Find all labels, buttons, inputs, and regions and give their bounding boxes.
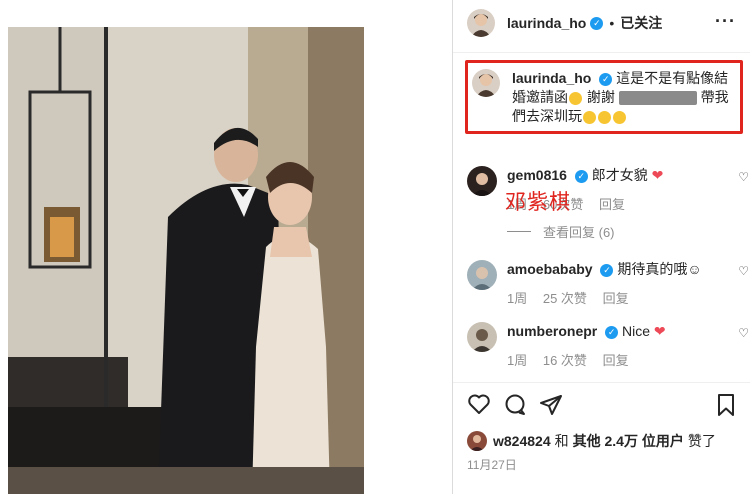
like-comment-heart-icon[interactable]: ♡ [738, 264, 749, 278]
emoji-icon [569, 91, 582, 105]
commenter-avatar[interactable] [467, 260, 497, 290]
comment-like-count[interactable]: 25 次赞 [543, 291, 587, 306]
like-comment-heart-icon[interactable]: ♡ [738, 170, 749, 184]
likes-summary: w824824 和 其他 2.4万 位用户 赞了 [467, 431, 716, 451]
comment-meta: 1周 25 次赞 回复 [507, 288, 727, 307]
comment-line: numberonepr ✓ Nice ❤ [507, 322, 727, 340]
comment-icon[interactable] [503, 393, 527, 422]
likes-suffix: 赞了 [687, 433, 716, 449]
reply-button[interactable]: 回复 [603, 353, 629, 368]
emoji-icon [613, 110, 626, 124]
verified-icon: ✓ [605, 325, 619, 339]
view-replies-label: 查看回复 (6) [543, 225, 615, 240]
comment-time: 1周 [507, 291, 528, 306]
likes-others[interactable]: 其他 2.4万 位用户 [573, 431, 684, 451]
comment-time: 1周 [507, 353, 528, 368]
follow-status-button[interactable]: 已关注 [620, 13, 662, 33]
emoji-icon [598, 110, 611, 124]
verified-icon: ✓ [590, 16, 604, 30]
commenter-handle[interactable]: amoebababy [507, 261, 593, 277]
reply-button[interactable]: 回复 [599, 197, 625, 212]
caption-text-b: 謝謝 [586, 89, 615, 105]
action-bar [453, 393, 750, 419]
comment-meta: 1周 16 次赞 回复 [507, 350, 727, 369]
verified-icon: ✓ [600, 263, 614, 277]
post-date: 11月27日 [467, 458, 517, 472]
comment-text: 期待真的哦☺ [617, 261, 702, 277]
commenter-handle[interactable]: gem0816 [507, 167, 567, 183]
like-comment-heart-icon[interactable]: ♡ [738, 326, 749, 340]
share-icon[interactable] [539, 393, 563, 422]
watermark-label: 邓紫棋 [505, 190, 571, 214]
post-header: laurinda_ho ✓ • 已关注 ··· [453, 0, 750, 46]
comment-line: amoebababy ✓ 期待真的哦☺ [507, 260, 727, 278]
caption-author-avatar[interactable] [472, 69, 500, 97]
caption-text: laurinda_ho ✓ 這是不是有點像結婚邀請函 謝謝 帶我們去深圳玩 [512, 69, 740, 126]
comment-body: numberonepr ✓ Nice ❤ 1周 16 次赞 回复 [507, 322, 727, 369]
heart-emoji-icon: ❤ [651, 167, 664, 183]
post-media-area [0, 0, 452, 494]
emoji-icon [583, 110, 596, 124]
redacted-mention [618, 91, 697, 106]
bookmark-icon[interactable] [716, 393, 736, 422]
liker-handle[interactable]: w824824 [493, 433, 551, 449]
comment-like-count[interactable]: 16 次赞 [543, 353, 587, 368]
separator-dot: • [609, 15, 615, 31]
commenter-avatar[interactable] [467, 166, 497, 196]
view-replies-button[interactable]: 查看回复 (6) [507, 222, 615, 241]
author-avatar[interactable] [467, 9, 495, 37]
comment-text: Nice [622, 323, 651, 339]
heart-icon[interactable] [467, 393, 491, 420]
author-handle[interactable]: laurinda_ho [507, 15, 586, 31]
header-divider [453, 52, 750, 53]
post-photo[interactable] [8, 27, 364, 494]
more-icon[interactable]: ··· [715, 12, 736, 30]
caption-author[interactable]: laurinda_ho [512, 70, 591, 86]
post-side-panel: laurinda_ho ✓ • 已关注 ··· laurinda_ho ✓ 這是… [453, 0, 750, 494]
comment-line: gem0816 ✓ 郎才女貌 ❤ [507, 166, 727, 184]
heart-emoji-icon: ❤ [653, 323, 666, 339]
verified-icon: ✓ [599, 72, 613, 86]
comment-body: amoebababy ✓ 期待真的哦☺ 1周 25 次赞 回复 [507, 260, 727, 307]
caption-highlight: laurinda_ho ✓ 這是不是有點像結婚邀請函 謝謝 帶我們去深圳玩 [465, 60, 743, 134]
likes-connector: 和 [554, 433, 569, 449]
reply-button[interactable]: 回复 [603, 291, 629, 306]
commenter-handle[interactable]: numberonepr [507, 323, 597, 339]
comment-text: 郎才女貌 [591, 167, 648, 183]
verified-icon: ✓ [574, 169, 588, 183]
commenter-avatar[interactable] [467, 322, 497, 352]
replies-line [507, 231, 531, 232]
liker-avatar[interactable] [467, 431, 487, 451]
actions-divider [453, 382, 750, 383]
